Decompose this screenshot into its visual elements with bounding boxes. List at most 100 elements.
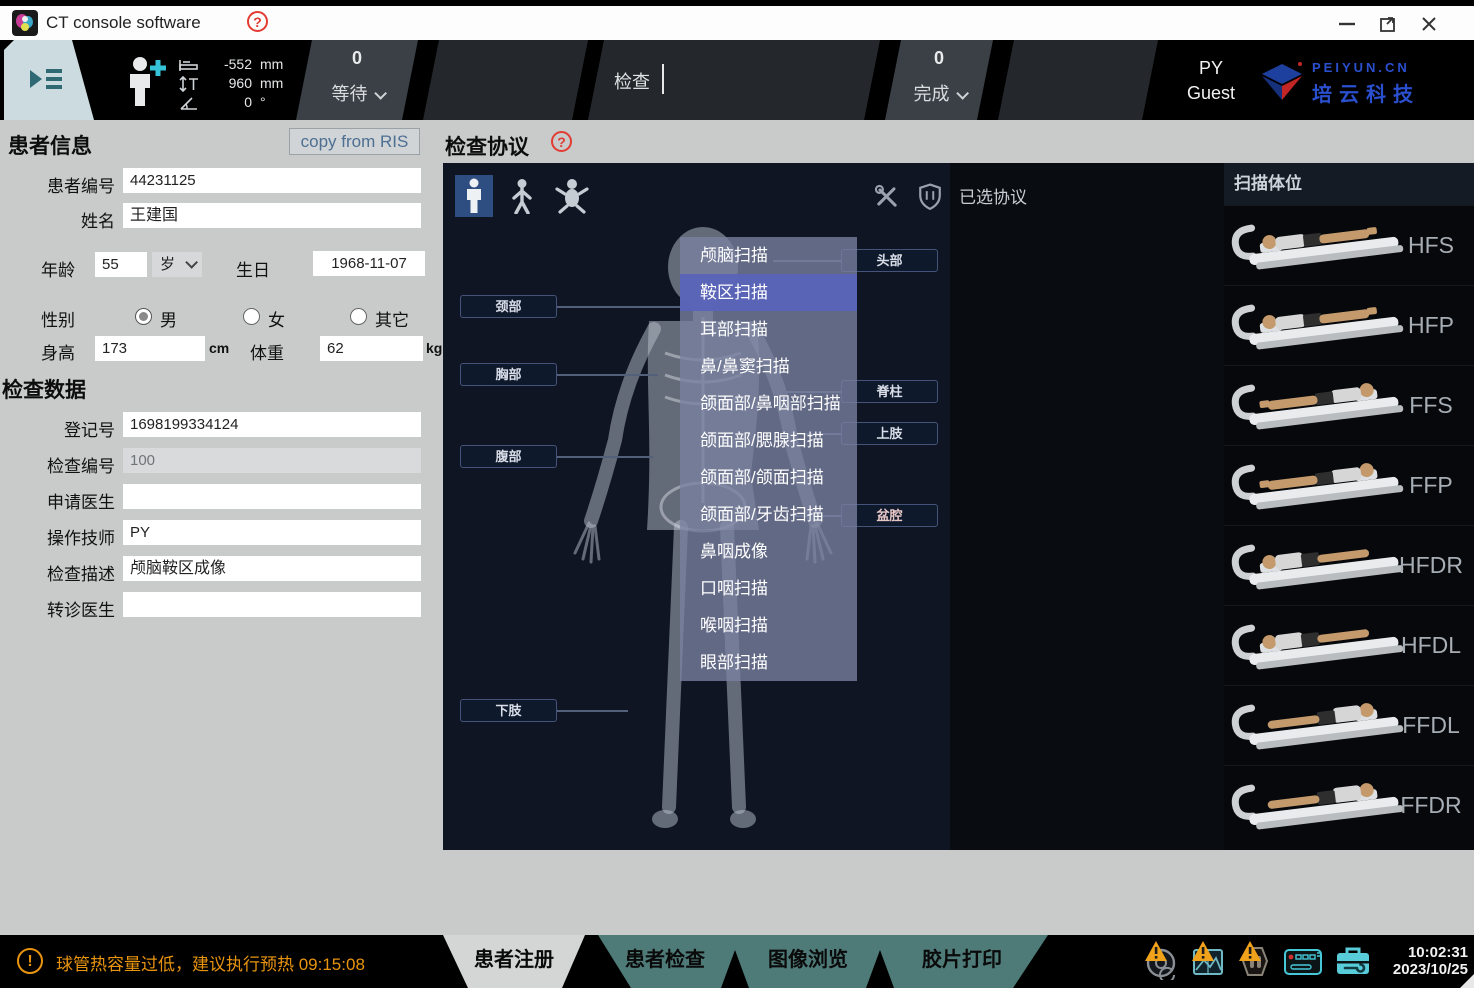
- complete-label: 完成: [885, 80, 993, 106]
- warning-triangle-icon: [1238, 940, 1262, 962]
- user-info[interactable]: PY Guest: [1178, 56, 1244, 106]
- region-button-chest[interactable]: 胸部: [460, 363, 557, 386]
- complete-dropdown[interactable]: 0 完成: [885, 40, 993, 120]
- gantry-tilt-readout: 0 °: [178, 94, 308, 113]
- protocol-shield-button[interactable]: [917, 182, 943, 216]
- protocol-menu-item[interactable]: 颌面部/腮腺扫描: [680, 422, 857, 459]
- gender-male-radio[interactable]: [135, 308, 152, 325]
- patient-type-child[interactable]: [503, 175, 541, 217]
- copy-from-ris-button[interactable]: copy from RIS: [289, 128, 420, 155]
- region-button-neck[interactable]: 颈部: [460, 295, 557, 318]
- brand-logo: PEIYUN.CN 培云科技: [1256, 52, 1466, 110]
- warning-circle-icon: !: [17, 948, 43, 974]
- region-button-abdomen[interactable]: 腹部: [460, 445, 557, 468]
- position-hfs[interactable]: HFS: [1224, 205, 1474, 285]
- protocol-menu-item[interactable]: 颌面部/鼻咽部扫描: [680, 385, 857, 422]
- position-ffdr[interactable]: FFDR: [1224, 765, 1474, 845]
- position-ffs[interactable]: FFS: [1224, 365, 1474, 445]
- queue-icon: [26, 62, 66, 96]
- position-label: FFDL: [1392, 712, 1470, 739]
- connector-line-lower-limb: [557, 710, 628, 712]
- table-height-readout: 960 mm: [178, 75, 308, 94]
- user-role: Guest: [1178, 81, 1244, 106]
- protocol-help-icon[interactable]: ?: [551, 131, 572, 152]
- operator-input[interactable]: PY: [123, 520, 421, 545]
- protocol-menu-item[interactable]: 口咽扫描: [680, 570, 857, 607]
- exam-no-input: 100: [123, 448, 421, 473]
- minimize-button[interactable]: [1334, 14, 1360, 34]
- position-hfp[interactable]: HFP: [1224, 285, 1474, 365]
- toolbox-icon-button[interactable]: [1333, 942, 1373, 982]
- patient-type-baby[interactable]: [549, 175, 595, 217]
- queue-tab[interactable]: [4, 40, 94, 120]
- protocol-menu-item-selected[interactable]: 鞍区扫描: [680, 274, 857, 311]
- complete-count: 0: [885, 48, 993, 69]
- statusbar: ! 球管热容量过低，建议执行预热 09:15:08 患者注册 患者检查 图像浏览…: [0, 935, 1474, 988]
- patient-name-input[interactable]: 王建国: [123, 203, 421, 228]
- protocol-menu-item[interactable]: 颌面部/牙齿扫描: [680, 496, 857, 533]
- couch-image: [1224, 206, 1414, 282]
- connector-line-chest: [557, 374, 658, 376]
- gender-other-radio[interactable]: [350, 308, 367, 325]
- height-input[interactable]: 173: [95, 336, 205, 361]
- birthday-input[interactable]: 1968-11-07: [313, 251, 425, 276]
- couch-image: [1224, 286, 1414, 362]
- resize-grip[interactable]: [1460, 974, 1474, 988]
- referring-physician-input[interactable]: [123, 592, 421, 617]
- tab-separator: [866, 950, 894, 988]
- close-icon: [1419, 14, 1439, 34]
- age-input[interactable]: 55: [95, 252, 147, 277]
- position-label: HFP: [1392, 312, 1470, 339]
- injector-status-warning-icon[interactable]: [1236, 942, 1276, 982]
- age-unit-select[interactable]: 岁: [152, 252, 202, 277]
- operator-label: 操作技师: [10, 524, 115, 549]
- weight-input[interactable]: 62: [320, 336, 423, 361]
- protocol-tools-button[interactable]: [873, 183, 901, 216]
- weight-unit: kg: [426, 340, 442, 356]
- position-hfdl[interactable]: HFDL: [1224, 605, 1474, 685]
- gender-label: 性别: [10, 306, 75, 331]
- protocol-menu-item[interactable]: 颌面部/颌面扫描: [680, 459, 857, 496]
- tab-patient-registration[interactable]: 患者注册: [443, 935, 585, 988]
- gender-female-radio[interactable]: [243, 308, 260, 325]
- weight-label: 体重: [250, 339, 284, 364]
- protocol-menu-item[interactable]: 鼻/鼻窦扫描: [680, 348, 857, 385]
- tools-icon: [873, 183, 901, 211]
- tab-patient-exam[interactable]: 患者检查: [605, 935, 725, 988]
- waiting-dropdown[interactable]: 0 等待: [296, 40, 418, 120]
- tab-image-browse[interactable]: 图像浏览: [748, 935, 868, 988]
- protocol-menu-item[interactable]: 喉咽扫描: [680, 607, 857, 644]
- patient-id-input[interactable]: 44231125: [123, 168, 421, 193]
- add-patient-button[interactable]: [120, 54, 172, 110]
- protocol-menu-item[interactable]: 耳部扫描: [680, 311, 857, 348]
- position-hfdr[interactable]: HFDR: [1224, 525, 1474, 605]
- couch-image: [1224, 446, 1414, 522]
- user-name: PY: [1178, 56, 1244, 81]
- region-button-lower-limb[interactable]: 下肢: [460, 699, 557, 722]
- tilt-value: 0: [206, 94, 252, 110]
- tab-film-print[interactable]: 胶片打印: [902, 935, 1022, 988]
- tube-status-warning-icon[interactable]: [1142, 942, 1182, 982]
- toolbar-spacer-2: [998, 40, 1158, 120]
- requesting-physician-input[interactable]: [123, 484, 421, 509]
- main-area: 患者信息 copy from RIS 患者编号 44231125 姓名 王建国 …: [0, 120, 1474, 935]
- close-button[interactable]: [1416, 14, 1442, 34]
- title-help-icon[interactable]: ?: [247, 11, 268, 32]
- position-label: HFS: [1392, 232, 1470, 259]
- patient-type-adult-selected[interactable]: [455, 175, 493, 217]
- exam-search[interactable]: 检查: [588, 40, 880, 120]
- protocol-menu-item[interactable]: 眼部扫描: [680, 644, 857, 681]
- position-ffdl[interactable]: FFDL: [1224, 685, 1474, 765]
- protocol-menu-item[interactable]: 鼻咽成像: [680, 533, 857, 570]
- position-ffp[interactable]: FFP: [1224, 445, 1474, 525]
- restore-button[interactable]: [1375, 14, 1401, 34]
- clock-date: 2023/10/25: [1380, 961, 1468, 978]
- table-bed-icon: [178, 58, 200, 73]
- exam-description-input[interactable]: 颅脑鞍区成像: [123, 556, 421, 581]
- position-label: FFS: [1392, 392, 1470, 419]
- protocol-menu-item[interactable]: 颅脑扫描: [680, 237, 857, 274]
- image-status-warning-icon[interactable]: [1189, 942, 1229, 982]
- minimize-icon: [1336, 14, 1358, 32]
- control-box-icon-button[interactable]: [1283, 942, 1323, 982]
- accession-input[interactable]: 1698199334124: [123, 412, 421, 437]
